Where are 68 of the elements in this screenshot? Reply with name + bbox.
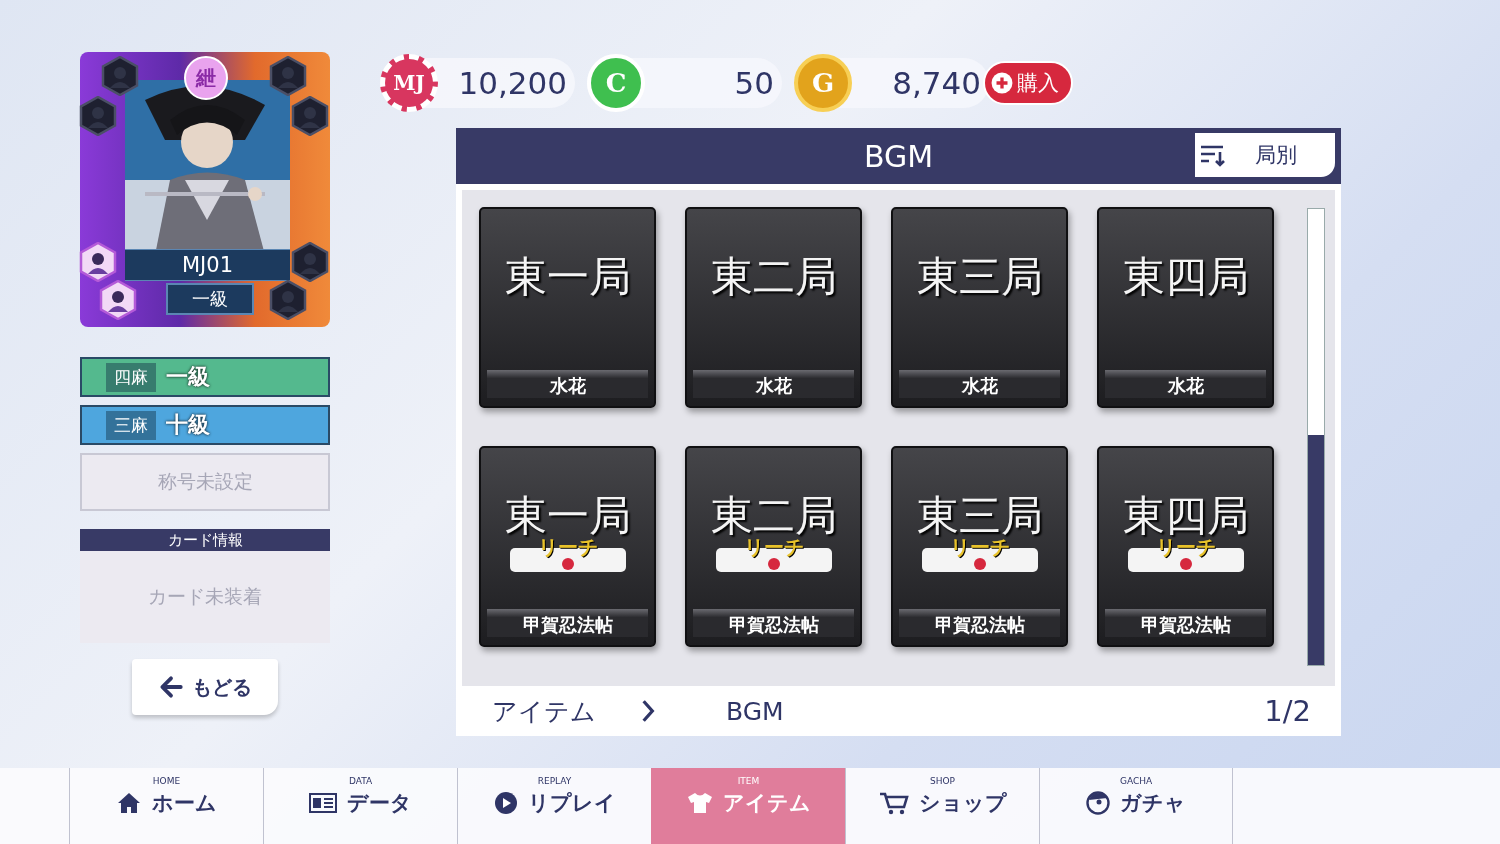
tile-subtitle: 水花 xyxy=(899,370,1060,398)
chevron-right-icon xyxy=(640,698,656,724)
nav-tab[interactable]: HOME ホーム xyxy=(69,768,263,844)
mode-label: 四麻 xyxy=(106,362,156,392)
player-name: MJ01 xyxy=(125,249,290,281)
player-rank: 一級 xyxy=(166,283,254,315)
rank-label: 一級 xyxy=(166,363,210,391)
capsule-icon xyxy=(1086,791,1110,815)
mode-label: 三麻 xyxy=(106,410,156,440)
tile-subtitle: 甲賀忍法帖 xyxy=(693,609,854,637)
tile-title: 東四局 xyxy=(1122,251,1249,303)
avatar-icon[interactable] xyxy=(98,280,138,320)
tile-subtitle: 水花 xyxy=(487,370,648,398)
bgm-tile[interactable]: 東四局 リーチ 甲賀忍法帖 xyxy=(1097,446,1274,647)
tile-subtitle: 水花 xyxy=(693,370,854,398)
dot-icon xyxy=(1179,558,1192,570)
avatar-icon[interactable] xyxy=(290,242,330,282)
avatar-icon[interactable] xyxy=(78,96,118,136)
nav-tab[interactable]: DATA データ xyxy=(263,768,457,844)
bgm-tile[interactable]: 東一局 リーチ 甲賀忍法帖 xyxy=(479,446,656,647)
sort-icon xyxy=(1199,143,1227,167)
back-arrow-icon xyxy=(158,674,184,700)
currency-amount: 8,740 xyxy=(891,65,982,101)
rank-label: 十級 xyxy=(166,411,210,439)
scrollbar[interactable] xyxy=(1307,208,1325,666)
currency-amount: 10,200 xyxy=(457,65,568,101)
bgm-tile[interactable]: 東三局 リーチ 甲賀忍法帖 xyxy=(891,446,1068,647)
card-info-header: カード情報 xyxy=(80,529,330,551)
breadcrumb-link[interactable]: アイテム xyxy=(492,694,596,728)
coin-icon: C xyxy=(587,54,645,112)
play-icon xyxy=(493,791,518,815)
coin-icon: G xyxy=(794,54,852,112)
plus-icon xyxy=(991,72,1013,94)
shirt-icon xyxy=(686,791,713,815)
id-card-icon xyxy=(309,792,337,814)
dot-icon xyxy=(767,558,780,570)
tile-subtitle: 甲賀忍法帖 xyxy=(487,609,648,637)
buy-button[interactable]: 購入 xyxy=(983,61,1073,105)
nav-tab[interactable]: GACHA ガチャ xyxy=(1039,768,1233,844)
card-info-text: カード未装着 xyxy=(148,584,262,609)
cart-icon xyxy=(878,791,909,815)
bgm-tile[interactable]: 東一局 水花 xyxy=(479,207,656,408)
dot-icon xyxy=(561,558,574,570)
bgm-tile[interactable]: 東四局 水花 xyxy=(1097,207,1274,408)
tile-title: 東三局 xyxy=(916,251,1043,303)
home-icon xyxy=(116,791,142,815)
bgm-tile[interactable]: 東二局 リーチ 甲賀忍法帖 xyxy=(685,446,862,647)
tile-title: 東二局 xyxy=(710,251,837,303)
currency-amount: 50 xyxy=(733,65,775,101)
breadcrumb-current: BGM xyxy=(726,696,784,726)
coin-icon: MJ xyxy=(380,54,438,112)
page-indicator: 1/2 xyxy=(1264,694,1311,728)
avatar-icon[interactable] xyxy=(268,56,308,96)
tile-subtitle: 甲賀忍法帖 xyxy=(899,609,1060,637)
back-button[interactable]: もどる xyxy=(132,659,278,715)
avatar-icon[interactable] xyxy=(268,280,308,320)
tile-title: 東一局 xyxy=(504,251,631,303)
emblem-badge: 紲 xyxy=(184,56,228,100)
tile-subtitle: 水花 xyxy=(1105,370,1266,398)
avatar-icon[interactable] xyxy=(78,242,118,282)
bgm-tile[interactable]: 東三局 水花 xyxy=(891,207,1068,408)
sort-button[interactable]: 局別 xyxy=(1195,133,1335,177)
bgm-tile[interactable]: 東二局 水花 xyxy=(685,207,862,408)
tile-subtitle: 甲賀忍法帖 xyxy=(1105,609,1266,637)
panel-title: BGM xyxy=(863,138,934,174)
nav-tab[interactable]: SHOP ショップ xyxy=(845,768,1039,844)
avatar-icon[interactable] xyxy=(290,96,330,136)
dot-icon xyxy=(973,558,986,570)
